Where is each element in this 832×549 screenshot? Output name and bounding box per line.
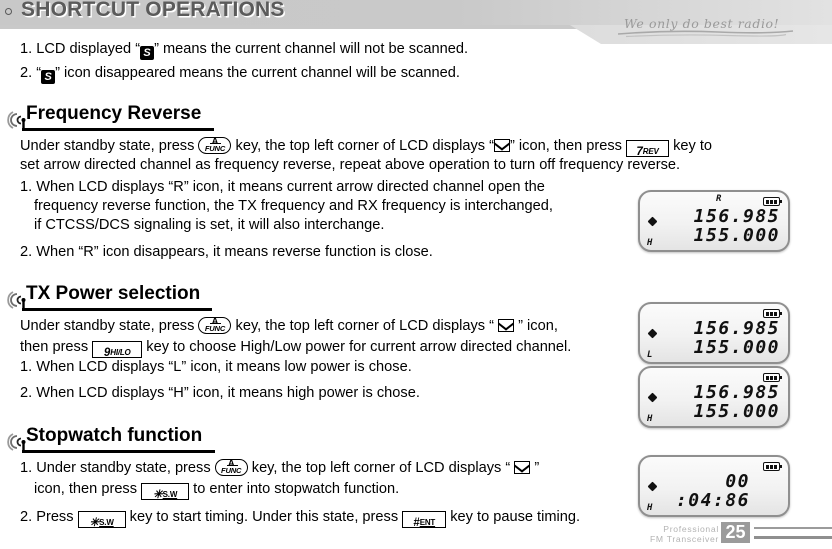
tagline-graphic: We only do best radio! [618, 13, 798, 38]
stopwatch-text-b: key, the top left corner of LCD displays… [251, 460, 511, 476]
freq-reverse-item-1-line1: 1. When LCD displays “R” icon, it means … [20, 179, 545, 195]
tx-power-item-1: 1. When LCD displays “L” icon, it means … [20, 359, 412, 375]
lcd-display-low-power: 156.985 155.000 L [638, 302, 790, 364]
tx-power-para-line2: then press 9HI/LO key to choose High/Low… [20, 338, 572, 359]
lcd-frequency-line1: 156.985 [693, 318, 780, 339]
freq-reverse-item-1-line2: frequency reverse function, the TX frequ… [34, 198, 553, 214]
envelope-icon [494, 139, 511, 152]
key-func-icon[interactable]: A FUNC [198, 137, 232, 154]
freq-reverse-item-2: 2. When “R” icon disappears, it means re… [20, 244, 433, 260]
page-footer: Professional FM Transceiver 25 [0, 519, 832, 549]
key-func-sub: FUNC [221, 466, 242, 475]
intro-item-1-post: ” means the current channel will not be … [154, 41, 469, 57]
key-9-hilo-icon[interactable]: 9HI/LO [92, 341, 143, 359]
lcd-reverse-indicator: R [716, 194, 722, 204]
stopwatch-text-e: to enter into stopwatch function. [193, 481, 400, 497]
key-star-sw-main: ✳ [153, 489, 163, 501]
section-title: Frequency Reverse [26, 103, 202, 124]
lcd-stopwatch-line2: :04:86 [675, 490, 750, 511]
tx-power-item-2: 2. When LCD displays “H” icon, it means … [20, 385, 420, 401]
section-underline [22, 450, 215, 453]
section-underline [22, 128, 214, 131]
tx-power-text-e: key to choose High/Low power for current… [146, 339, 572, 355]
stopwatch-text-a: 1. Under standby state, press [20, 460, 211, 476]
lcd-display-stopwatch: 00 :04:86 H [638, 455, 790, 517]
freq-reverse-text-a: Under standby state, press [20, 138, 195, 154]
lcd-frequency-line2: 155.000 [693, 337, 780, 358]
tagline-text: We only do best radio! [624, 16, 779, 31]
footer-rule-top [754, 527, 832, 529]
lcd-power-indicator: H [647, 414, 653, 424]
tx-power-text-b: key, the top left corner of LCD displays… [235, 318, 495, 334]
lcd-frequency-line2: 155.000 [693, 401, 780, 422]
envelope-icon [498, 319, 515, 332]
freq-reverse-text-b: key, the top left corner of LCD displays… [235, 138, 495, 154]
key-func-icon[interactable]: A FUNC [198, 317, 232, 334]
tx-power-text-c: ” icon, [518, 318, 558, 334]
lcd-stopwatch-line1: 00 [725, 471, 750, 492]
battery-icon [763, 373, 782, 382]
circle-bullet-icon [5, 8, 12, 15]
scan-skip-s-icon: S [140, 46, 155, 60]
lcd-display-reverse: R 156.985 155.000 H [638, 190, 790, 252]
freq-reverse-para-line1: Under standby state, press A FUNC key, t… [20, 137, 713, 159]
key-func-icon[interactable]: A FUNC [214, 459, 248, 476]
intro-item-2-post: ” icon disappeared means the current cha… [55, 65, 460, 81]
page-title: SHORTCUT OPERATIONS [21, 0, 285, 21]
section-title: TX Power selection [26, 283, 201, 304]
lcd-frequency-line1: 156.985 [693, 206, 780, 227]
footer-brand-line1: Professional [663, 524, 719, 534]
lcd-frequency-line1: 156.985 [693, 382, 780, 403]
lcd-power-indicator: H [647, 238, 653, 248]
footer-brand-text: Professional FM Transceiver [650, 524, 719, 544]
envelope-icon [514, 461, 531, 474]
scan-skip-s-icon: S [41, 70, 56, 84]
lcd-power-indicator: H [647, 503, 653, 513]
footer-rule-bottom [754, 536, 832, 539]
lcd-frequency-line2: 155.000 [693, 225, 780, 246]
key-func-sub: FUNC [204, 144, 226, 153]
tx-power-text-a: Under standby state, press [20, 318, 195, 334]
lcd-display-high-power: 156.985 155.000 H [638, 366, 790, 428]
battery-icon [763, 462, 782, 471]
section-underline [22, 308, 212, 311]
key-7-rev-icon[interactable]: 7REV [626, 140, 670, 158]
header-bar-lower [0, 25, 600, 29]
stopwatch-text-c: ” [534, 460, 540, 476]
intro-item-2-number: 2. [20, 65, 33, 81]
stopwatch-item-1-line2: icon, then press ✳S.W to enter into stop… [34, 480, 400, 501]
lcd-power-indicator: L [647, 350, 653, 360]
key-7-rev-sub: REV [642, 147, 659, 156]
freq-reverse-item-1-line3: if CTCSS/DCS signaling is set, it will a… [34, 217, 385, 233]
intro-item-1-number: 1. [20, 41, 33, 57]
key-star-sw-sub: S.W [162, 490, 178, 499]
stopwatch-item-1-line1: 1. Under standby state, press A FUNC key… [20, 459, 539, 478]
page-header: SHORTCUT OPERATIONS We only do best radi… [0, 0, 832, 44]
freq-reverse-para-line2: set arrow directed channel as frequency … [20, 157, 681, 173]
page-number: 25 [721, 522, 750, 543]
intro-item-1: 1. LCD displayed “S” means the current c… [20, 40, 468, 60]
key-func-sub: FUNC [204, 324, 226, 333]
freq-reverse-text-c: ” icon, then press [510, 138, 622, 154]
tx-power-para-line1: Under standby state, press A FUNC key, t… [20, 317, 558, 336]
intro-item-1-pre: LCD displayed “ [36, 41, 141, 57]
footer-brand-line2: FM Transceiver [649, 534, 719, 544]
key-star-sw-icon[interactable]: ✳S.W [141, 483, 190, 501]
section-title: Stopwatch function [26, 425, 203, 446]
battery-icon [763, 197, 782, 206]
tx-power-text-d: then press [20, 339, 89, 355]
battery-icon [763, 309, 782, 318]
stopwatch-text-d: icon, then press [34, 481, 138, 497]
key-9-hilo-sub: HI/LO [110, 348, 131, 357]
intro-item-2: 2. “S” icon disappeared means the curren… [20, 64, 460, 84]
freq-reverse-text-d: key to [673, 138, 713, 154]
